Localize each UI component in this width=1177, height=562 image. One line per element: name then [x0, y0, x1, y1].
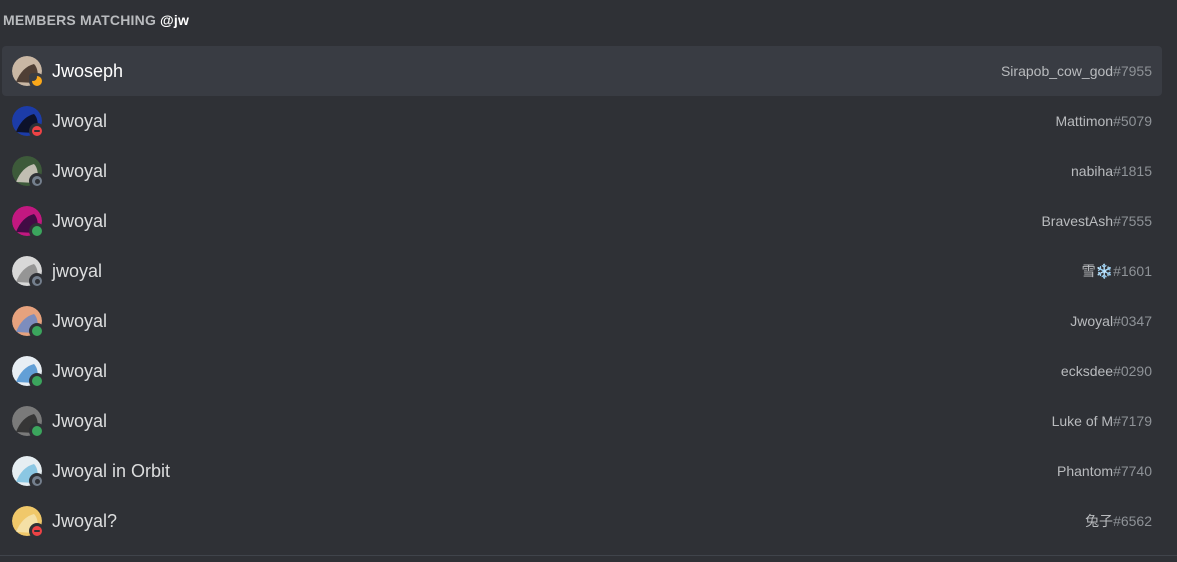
member-discriminator: #7955 — [1113, 63, 1152, 79]
member-nickname: Jwoseph — [52, 60, 124, 81]
member-row[interactable]: Jwoyal ecksdee #0290 — [2, 346, 1162, 396]
member-discriminator: #0290 — [1113, 363, 1152, 379]
member-username: 雪❄️ — [1081, 263, 1114, 279]
member-username: ecksdee — [1060, 363, 1114, 379]
status-dnd-icon — [29, 123, 45, 139]
status-online-icon — [29, 223, 45, 239]
member-discriminator: #5079 — [1113, 113, 1152, 129]
member-discriminator: #1601 — [1113, 263, 1152, 279]
member-nickname: Jwoyal in Orbit — [52, 460, 171, 481]
member-row[interactable]: Jwoseph Sirapob_cow_god #7955 — [2, 46, 1162, 96]
member-username: Jwoyal — [1070, 313, 1114, 329]
avatar-wrapper — [12, 306, 45, 339]
member-discriminator: #0347 — [1113, 313, 1152, 329]
member-mention-popup: MEMBERS MATCHING @jw Jwoseph Sirapob_cow_… — [0, 0, 1177, 562]
avatar-wrapper — [12, 56, 45, 89]
bottom-divider — [0, 555, 1177, 556]
member-nickname: Jwoyal — [52, 360, 108, 381]
member-tag: Phantom #7740 — [1057, 446, 1152, 496]
status-online-icon — [29, 323, 45, 339]
avatar-wrapper — [12, 106, 45, 139]
member-nickname: Jwoyal — [52, 310, 108, 331]
member-list: Jwoseph Sirapob_cow_god #7955 Jwoyal Mattimo… — [2, 46, 1162, 546]
member-tag: nabiha #1815 — [1071, 146, 1152, 196]
member-row[interactable]: Jwoyal in Orbit Phantom #7740 — [2, 446, 1162, 496]
member-tag: 雪❄️ #1601 — [1082, 246, 1152, 296]
status-online-icon — [29, 423, 45, 439]
member-username: Phantom — [1057, 463, 1114, 479]
member-tag: Mattimon #5079 — [1055, 96, 1152, 146]
member-username: Mattimon — [1055, 113, 1114, 129]
avatar-wrapper — [12, 156, 45, 189]
member-tag: 兔子 #6562 — [1085, 496, 1152, 546]
member-row[interactable]: Jwoyal BravestAsh #7555 — [2, 196, 1162, 246]
avatar-wrapper — [12, 456, 45, 489]
status-offline-icon — [29, 473, 45, 489]
member-row[interactable]: Jwoyal Mattimon #5079 — [2, 96, 1162, 146]
member-nickname: Jwoyal — [52, 160, 108, 181]
member-username: Sirapob_cow_god — [1000, 63, 1114, 79]
member-tag: Jwoyal #0347 — [1070, 296, 1152, 346]
member-username: 兔子 — [1085, 513, 1114, 529]
member-nickname: jwoyal — [52, 260, 103, 281]
header-query: @jw — [160, 12, 190, 28]
avatar-wrapper — [12, 206, 45, 239]
member-discriminator: #7740 — [1113, 463, 1152, 479]
member-tag: Luke of M #7179 — [1052, 396, 1152, 446]
avatar-wrapper — [12, 256, 45, 289]
avatar-wrapper — [12, 356, 45, 389]
member-row[interactable]: Jwoyal Jwoyal #0347 — [2, 296, 1162, 346]
member-discriminator: #7179 — [1113, 413, 1152, 429]
status-online-icon — [29, 373, 45, 389]
member-discriminator: #6562 — [1113, 513, 1152, 529]
status-offline-icon — [29, 173, 45, 189]
member-nickname: Jwoyal? — [52, 510, 118, 531]
member-row[interactable]: Jwoyal? 兔子 #6562 — [2, 496, 1162, 546]
avatar-wrapper — [12, 406, 45, 439]
status-offline-icon — [29, 273, 45, 289]
member-discriminator: #7555 — [1113, 213, 1152, 229]
member-nickname: Jwoyal — [52, 110, 108, 131]
member-nickname: Jwoyal — [52, 410, 108, 431]
member-username: nabiha — [1071, 163, 1114, 179]
member-discriminator: #1815 — [1113, 163, 1152, 179]
member-tag: ecksdee #0290 — [1061, 346, 1152, 396]
member-username: BravestAsh — [1041, 213, 1114, 229]
member-username: Luke of M — [1051, 413, 1114, 429]
popup-header: MEMBERS MATCHING @jw — [3, 10, 189, 30]
member-row[interactable]: Jwoyal nabiha #1815 — [2, 146, 1162, 196]
member-tag: Sirapob_cow_god #7955 — [1001, 46, 1152, 96]
avatar-wrapper — [12, 506, 45, 539]
member-row[interactable]: Jwoyal Luke of M #7179 — [2, 396, 1162, 446]
member-nickname: Jwoyal — [52, 210, 108, 231]
member-row[interactable]: jwoyal 雪❄️ #1601 — [2, 246, 1162, 296]
member-tag: BravestAsh #7555 — [1041, 196, 1152, 246]
status-dnd-icon — [29, 523, 45, 539]
status-idle-icon — [29, 73, 45, 89]
header-label: MEMBERS MATCHING — [3, 12, 157, 28]
